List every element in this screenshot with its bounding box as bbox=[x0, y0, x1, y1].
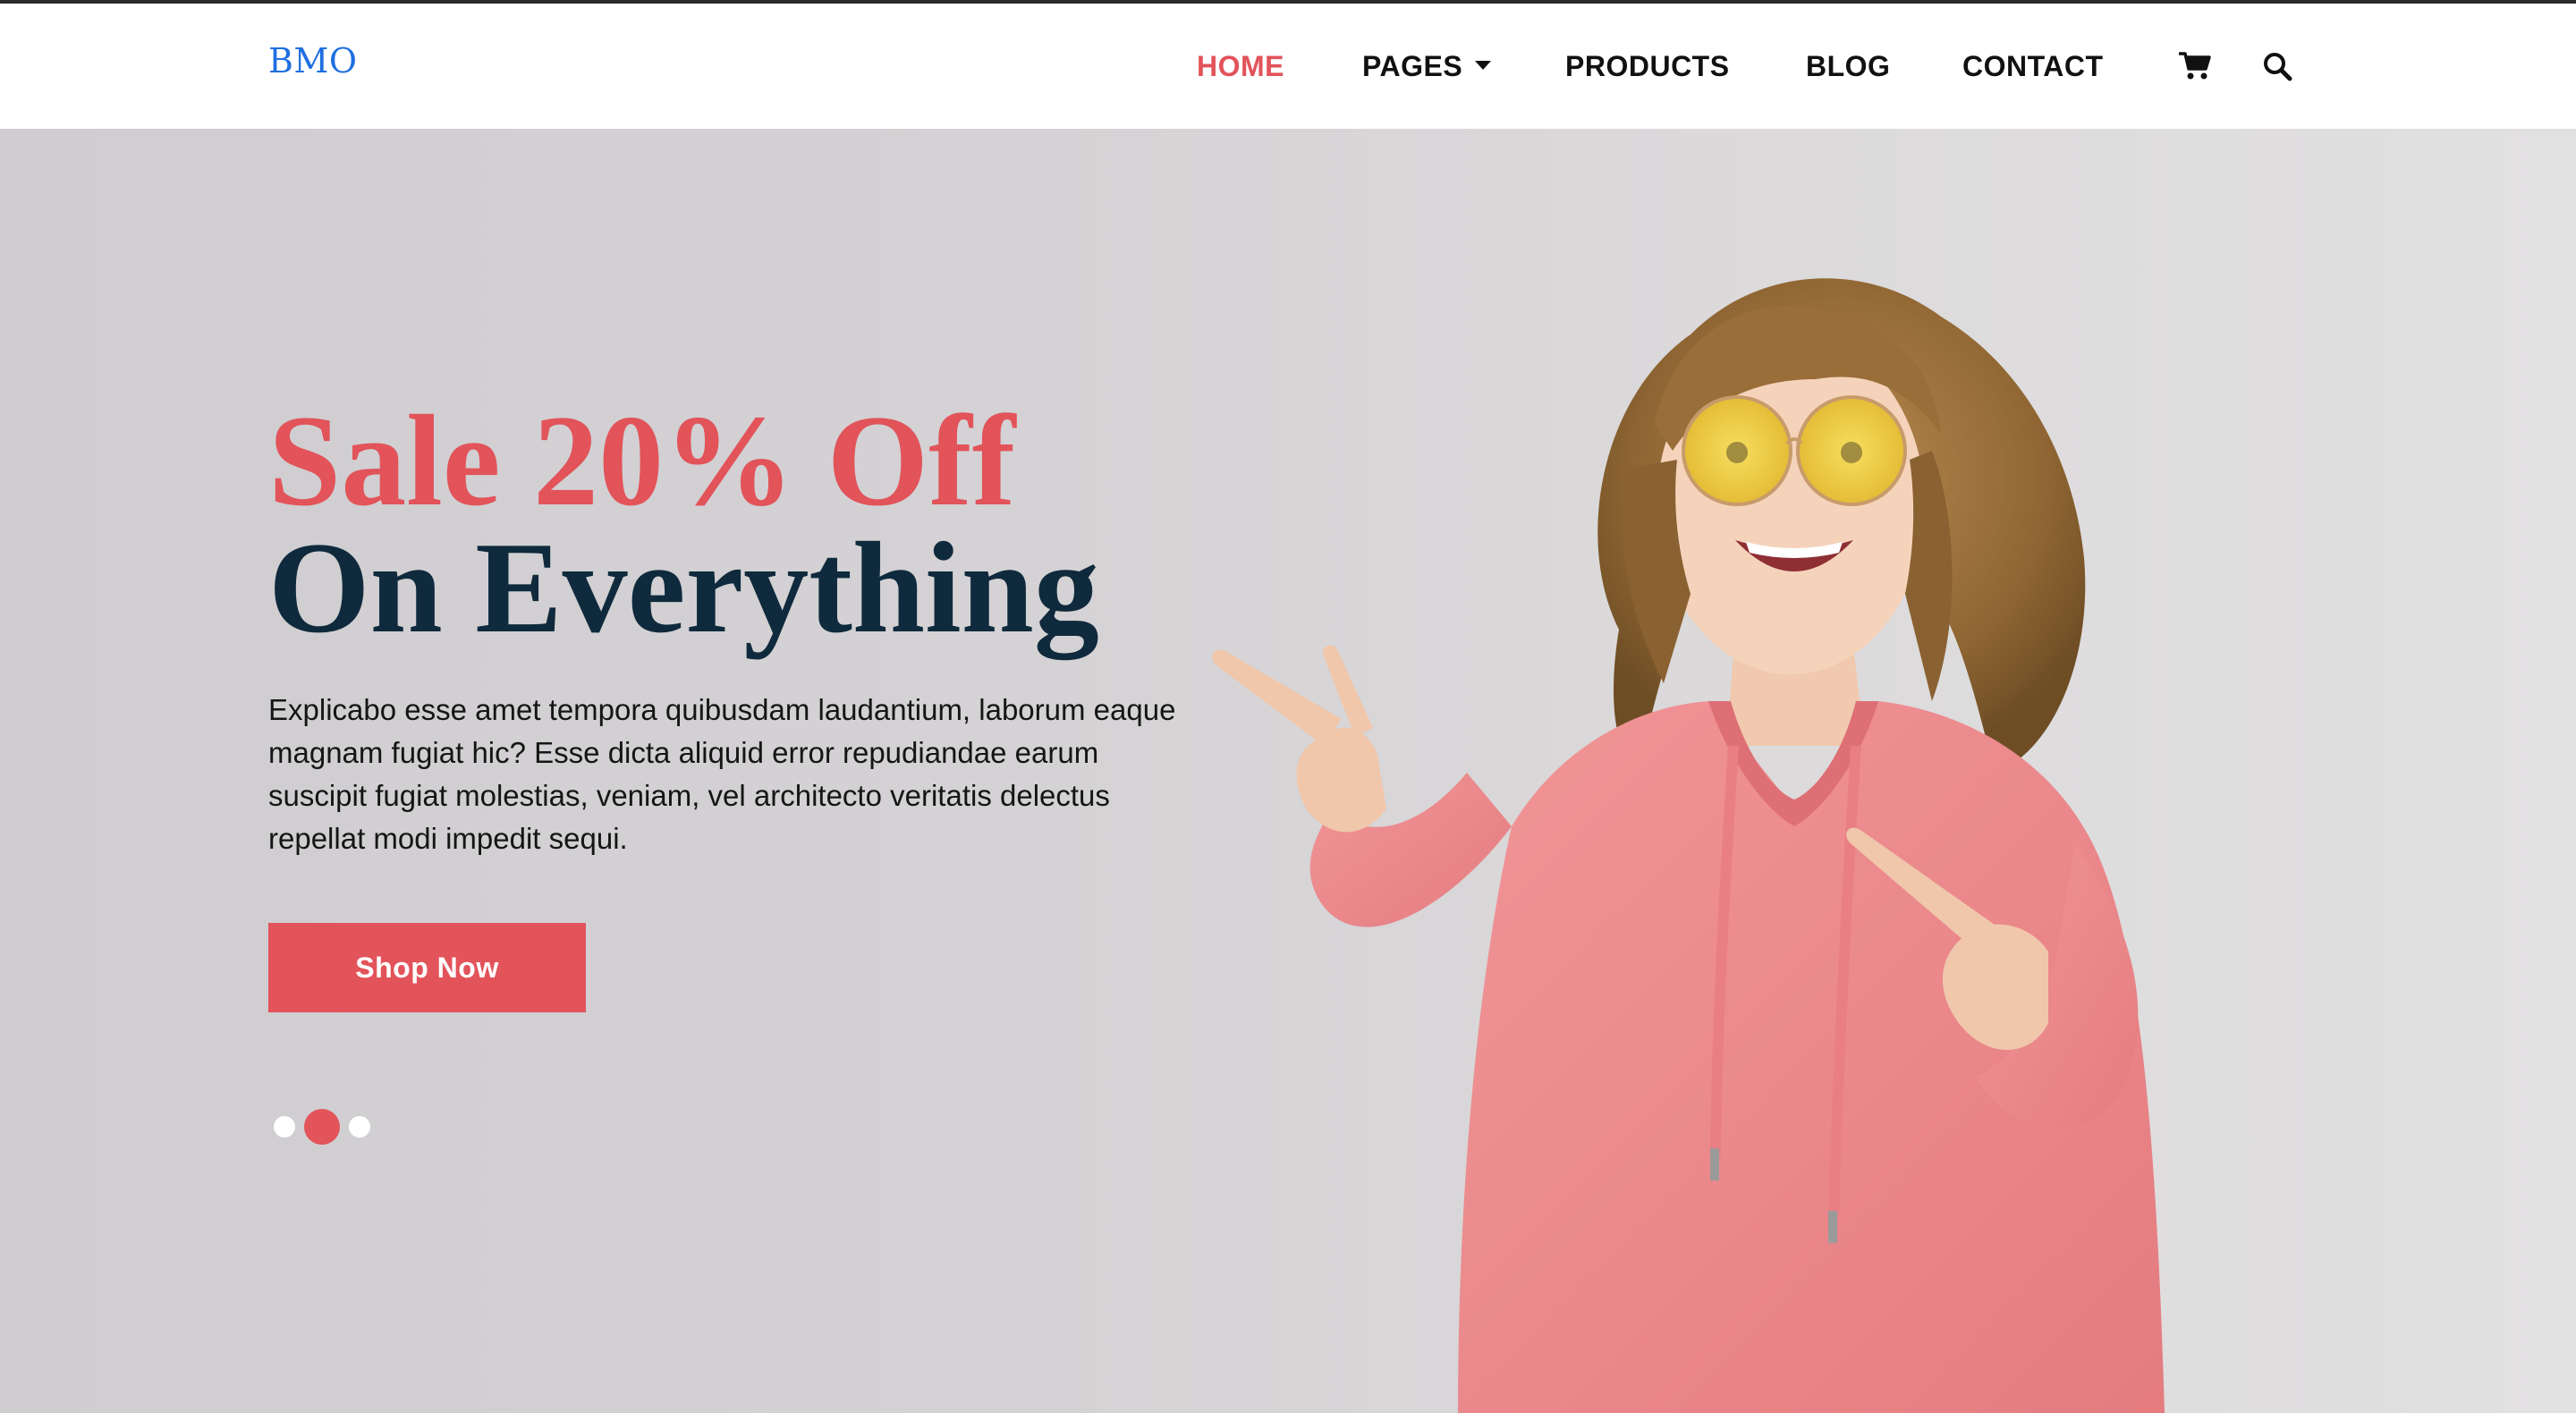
hero-headline-everything: On Everything bbox=[268, 515, 1099, 660]
chevron-down-icon bbox=[1475, 60, 1492, 70]
shop-now-button[interactable]: Shop Now bbox=[268, 923, 586, 1012]
slider-dot-1[interactable] bbox=[274, 1116, 295, 1138]
nav-item-pages-label: PAGES bbox=[1362, 50, 1463, 82]
nav-item-products[interactable]: PRODUCTS bbox=[1565, 48, 1730, 84]
hero-description: Explicabo esse amet tempora quibusdam la… bbox=[268, 693, 1176, 855]
slider-dots bbox=[274, 1109, 370, 1145]
hero-banner: Sale 20% Off On Everything Explicabo ess… bbox=[0, 129, 2576, 1413]
navbar: BMO HOME PAGES PRODUCTS BLOG CONTACT bbox=[0, 4, 2576, 129]
brand-logo[interactable]: BMO bbox=[268, 41, 358, 80]
nav-item-blog[interactable]: BLOG bbox=[1806, 48, 1890, 84]
nav-item-contact[interactable]: CONTACT bbox=[1962, 48, 2104, 84]
search-icon[interactable] bbox=[2259, 48, 2295, 84]
slider-dot-3[interactable] bbox=[349, 1116, 370, 1138]
hero-model-image bbox=[1212, 278, 2165, 1413]
nav-item-pages[interactable]: PAGES bbox=[1362, 48, 1492, 84]
nav-item-home[interactable]: HOME bbox=[1197, 48, 1284, 84]
hero-headline-sale: Sale 20% Off bbox=[268, 388, 1016, 533]
cart-icon[interactable] bbox=[2177, 48, 2213, 84]
slider-dot-2[interactable] bbox=[304, 1109, 340, 1145]
